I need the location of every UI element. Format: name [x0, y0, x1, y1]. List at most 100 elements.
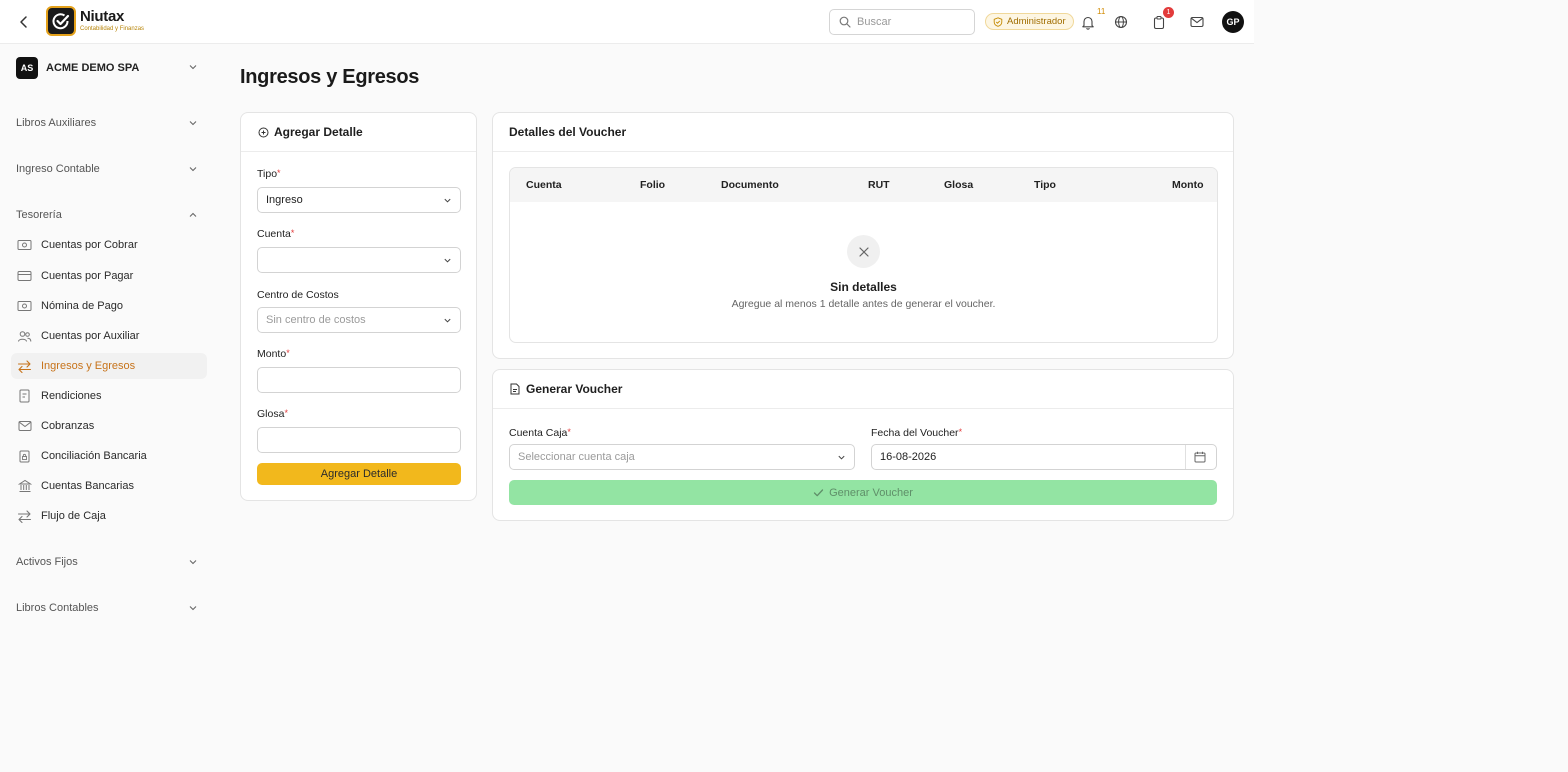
sidebar-item-label: Rendiciones	[41, 390, 102, 402]
brand-logo[interactable]: Niutax Contabilidad y Finanzas	[46, 6, 144, 36]
column-header-cuenta[interactable]: Cuenta	[526, 179, 562, 191]
generate-voucher-card: Generar Voucher Cuenta Caja* Seleccionar…	[492, 369, 1234, 521]
glosa-input[interactable]	[257, 427, 461, 453]
sidebar-item-label: Flujo de Caja	[41, 510, 106, 522]
card-title: Generar Voucher	[526, 382, 623, 396]
cuenta-select[interactable]	[257, 247, 461, 273]
sidebar-item-cuentas-por-auxiliar[interactable]: Cuentas por Auxiliar	[11, 323, 207, 349]
monto-input[interactable]	[257, 367, 461, 393]
sidebar-item-nomina-de-pago[interactable]: Nómina de Pago	[11, 293, 207, 319]
bank-icon	[17, 479, 32, 493]
shield-check-icon	[993, 16, 1003, 27]
section-label: Tesorería	[16, 209, 62, 221]
tipo-select[interactable]: Ingreso	[257, 187, 461, 213]
calendar-icon[interactable]	[1194, 451, 1206, 463]
brand-name: Niutax	[80, 8, 125, 25]
role-badge[interactable]: Administrador	[985, 13, 1074, 30]
search-icon	[839, 16, 851, 28]
sidebar-item-cobranzas[interactable]: Cobranzas	[11, 413, 207, 439]
card-header: Detalles del Voucher	[493, 113, 1233, 152]
sidebar-item-cuentas-por-cobrar[interactable]: Cuentas por Cobrar	[11, 232, 207, 258]
sidebar-item-rendiciones[interactable]: Rendiciones	[11, 383, 207, 409]
chevron-down-icon	[189, 121, 197, 126]
plus-circle-icon	[257, 126, 269, 138]
tipo-label: Tipo*	[257, 168, 281, 180]
chevron-down-icon	[189, 65, 197, 70]
role-label: Administrador	[1007, 16, 1066, 27]
monto-label: Monto*	[257, 348, 290, 360]
logo-check-icon	[46, 6, 76, 36]
section-label: Libros Auxiliares	[16, 117, 97, 129]
column-header-rut[interactable]: RUT	[868, 179, 890, 191]
back-arrow-icon[interactable]	[16, 13, 32, 31]
credit-card-icon	[17, 269, 32, 283]
section-ingreso-contable[interactable]: Ingreso Contable	[16, 161, 206, 177]
tasks-count-badge: 1	[1163, 7, 1174, 18]
sidebar-item-cuentas-bancarias[interactable]: Cuentas Bancarias	[11, 473, 207, 499]
sidebar-item-label: Conciliación Bancaria	[41, 450, 147, 462]
sidebar-item-label: Cuentas Bancarias	[41, 480, 134, 492]
fecha-voucher-input[interactable]: 16-08-2026	[871, 444, 1217, 470]
voucher-details-card: Detalles del Voucher Cuenta Folio Docume…	[492, 112, 1234, 359]
section-libros-auxiliares[interactable]: Libros Auxiliares	[16, 115, 206, 131]
clipboard-lock-icon	[17, 449, 32, 463]
table-header: Cuenta Folio Documento RUT Glosa Tipo Mo…	[510, 168, 1217, 202]
section-libros-contables[interactable]: Libros Contables	[16, 600, 206, 616]
chevron-down-icon	[838, 455, 845, 460]
chevron-down-icon	[444, 258, 451, 263]
tipo-value: Ingreso	[266, 194, 303, 206]
sidebar-item-cuentas-por-pagar[interactable]: Cuentas por Pagar	[11, 263, 207, 289]
column-header-folio[interactable]: Folio	[640, 179, 665, 191]
section-tesoreria[interactable]: Tesorería	[16, 207, 206, 223]
cuenta-caja-placeholder: Seleccionar cuenta caja	[518, 451, 635, 463]
sidebar: AS ACME DEMO SPA Libros Auxiliares Ingre…	[0, 45, 220, 772]
column-header-tipo[interactable]: Tipo	[1034, 179, 1056, 191]
cuenta-label: Cuenta*	[257, 228, 295, 240]
mail-icon[interactable]	[1188, 13, 1206, 31]
card-header: Generar Voucher	[493, 370, 1233, 409]
app-window: Niutax Contabilidad y Finanzas Administr…	[0, 0, 1254, 772]
cuenta-caja-label: Cuenta Caja*	[509, 427, 571, 439]
mail-icon	[17, 419, 32, 433]
search-box[interactable]	[829, 9, 975, 35]
centro-costos-placeholder: Sin centro de costos	[266, 314, 366, 326]
sidebar-item-conciliacion-bancaria[interactable]: Conciliación Bancaria	[11, 443, 207, 469]
chevron-down-icon	[189, 606, 197, 611]
sidebar-item-ingresos-y-egresos[interactable]: Ingresos y Egresos	[11, 353, 207, 379]
empty-state-message: Agregue al menos 1 detalle antes de gene…	[731, 298, 996, 310]
generate-voucher-label: Generar Voucher	[829, 486, 913, 499]
sidebar-item-label: Cuentas por Cobrar	[41, 239, 138, 251]
sidebar-item-label: Cobranzas	[41, 420, 95, 432]
brand-tagline: Contabilidad y Finanzas	[80, 26, 145, 32]
sidebar-item-flujo-de-caja[interactable]: Flujo de Caja	[11, 503, 207, 529]
add-detail-button[interactable]: Agregar Detalle	[257, 463, 461, 485]
centro-costos-select[interactable]: Sin centro de costos	[257, 307, 461, 333]
company-selector[interactable]: AS ACME DEMO SPA	[16, 57, 206, 79]
section-activos-fijos[interactable]: Activos Fijos	[16, 554, 206, 570]
column-header-documento[interactable]: Documento	[721, 179, 779, 191]
card-header: Agregar Detalle	[241, 113, 476, 152]
card-title: Agregar Detalle	[274, 125, 363, 139]
generate-voucher-button[interactable]: Generar Voucher	[509, 480, 1217, 505]
bell-icon[interactable]	[1079, 13, 1097, 31]
banknote-icon	[17, 238, 32, 252]
chevron-down-icon	[444, 198, 451, 203]
search-input[interactable]	[857, 16, 957, 28]
sidebar-item-label: Cuentas por Auxiliar	[41, 330, 140, 342]
company-avatar: AS	[16, 57, 38, 79]
globe-icon[interactable]	[1112, 13, 1130, 31]
sidebar-item-label: Ingresos y Egresos	[41, 360, 136, 372]
chevron-down-icon	[189, 167, 197, 172]
centro-costos-label: Centro de Costos	[257, 289, 339, 301]
column-header-monto[interactable]: Monto	[1172, 179, 1204, 191]
page-title: Ingresos y Egresos	[240, 66, 420, 88]
fecha-voucher-label: Fecha del Voucher*	[871, 427, 963, 439]
sidebar-item-label: Nómina de Pago	[41, 300, 123, 312]
users-icon	[17, 329, 32, 343]
section-label: Libros Contables	[16, 602, 99, 614]
column-header-glosa[interactable]: Glosa	[944, 179, 973, 191]
check-icon	[813, 488, 824, 496]
user-avatar[interactable]: GP	[1222, 11, 1244, 33]
cuenta-caja-select[interactable]: Seleccionar cuenta caja	[509, 444, 855, 470]
arrows-exchange-icon	[17, 509, 32, 523]
